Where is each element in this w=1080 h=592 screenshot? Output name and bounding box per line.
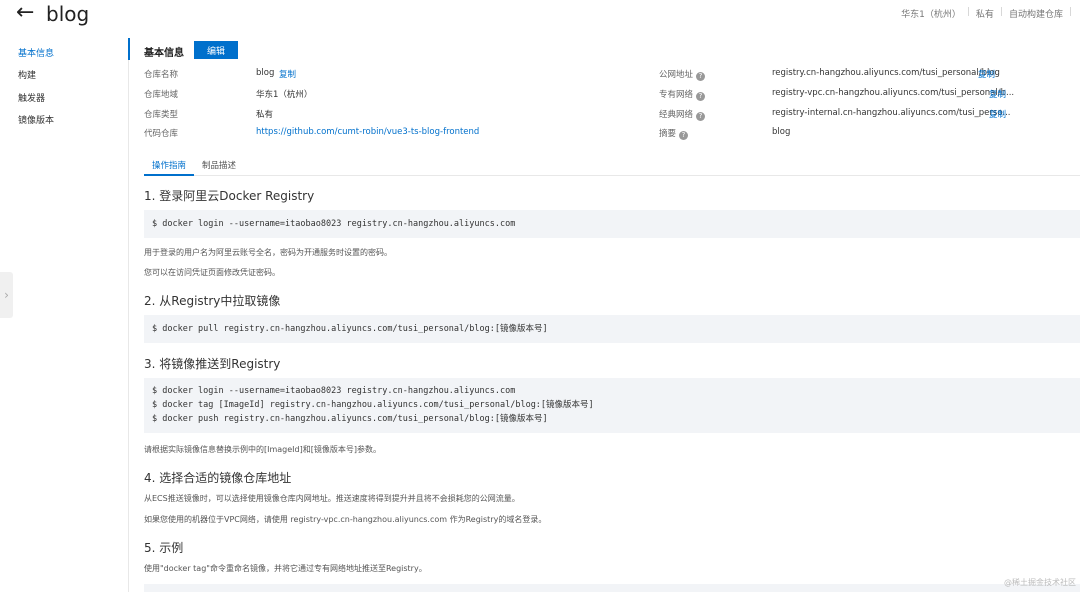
code-block[interactable]: $ docker pull registry.cn-hangzhou.aliyu… xyxy=(144,315,1080,343)
tab-bar: 操作指南 制品描述 xyxy=(144,156,1080,176)
code-line: $ docker tag [ImageId] registry.cn-hangz… xyxy=(152,400,594,410)
code-repo-link[interactable]: https://github.com/cumt-robin/vue3-ts-bl… xyxy=(256,127,479,137)
vpc-address-value: registry-vpc.cn-hangzhou.aliyuncs.com/tu… xyxy=(772,88,1015,98)
active-tab-underline xyxy=(144,174,194,176)
tab-artifact-desc[interactable]: 制品描述 xyxy=(202,159,236,171)
sidebar-item-build[interactable]: 构建 xyxy=(18,68,36,81)
info-label: 代码仓库 xyxy=(144,129,179,139)
section-title: 基本信息 xyxy=(144,48,184,59)
guide-paragraph: 如果您使用的机器位于VPC网络，请使用 registry-vpc.cn-hang… xyxy=(144,515,547,524)
guide-heading: 3. 将镜像推送到Registry xyxy=(144,357,281,371)
summary-value: blog xyxy=(772,127,791,137)
copy-vpc-button[interactable]: 复制 xyxy=(989,88,1006,100)
classic-address-value: registry-internal.cn-hangzhou.aliyuncs.c… xyxy=(772,108,1011,118)
sidebar-item-basic-info[interactable]: 基本信息 xyxy=(18,46,54,59)
auto-build-text: 自动构建仓库 xyxy=(1008,10,1063,20)
visibility-text: 私有 xyxy=(975,10,994,20)
code-line: $ docker login --username=itaobao8023 re… xyxy=(152,219,516,229)
code-line: $ docker login --username=itaobao8023 re… xyxy=(152,386,516,396)
guide-heading: 4. 选择合适的镜像仓库地址 xyxy=(144,471,292,485)
help-icon[interactable]: ? xyxy=(696,112,706,121)
sidebar-item-triggers[interactable]: 触发器 xyxy=(18,91,45,104)
repo-type-value: 私有 xyxy=(256,110,274,120)
code-block[interactable]: $ docker login --username=itaobao8023 re… xyxy=(144,210,1080,238)
tab-guide[interactable]: 操作指南 xyxy=(152,159,186,171)
chevron-right-icon[interactable]: › xyxy=(0,272,13,318)
active-section-accent xyxy=(128,38,130,60)
label-text: 经典网络 xyxy=(659,110,694,120)
guide-heading: 5. 示例 xyxy=(144,541,184,555)
info-label: 公网地址? xyxy=(659,68,706,81)
arrow-left-icon[interactable]: ← xyxy=(16,2,34,24)
public-address-value: registry.cn-hangzhou.aliyuncs.com/tusi_p… xyxy=(772,68,1000,78)
repo-region-value: 华东1（杭州） xyxy=(256,90,313,100)
info-label: 摘要? xyxy=(659,127,689,140)
sidebar: 基本信息 构建 触发器 镜像版本 xyxy=(0,38,128,592)
guide-paragraph: 使用"docker tag"命令重命名镜像，并将它通过专有网络地址推送至Regi… xyxy=(144,564,427,573)
guide-paragraph: 请根据实际镜像信息替换示例中的[ImageId]和[镜像版本号]参数。 xyxy=(144,445,381,454)
page-title: blog xyxy=(46,2,90,26)
info-label: 仓库名称 xyxy=(144,70,179,80)
info-label: 仓库类型 xyxy=(144,110,179,120)
page-header: ← blog 华东1（杭州） | 私有 | 自动构建仓库 | xyxy=(0,0,1080,30)
guide-heading: 1. 登录阿里云Docker Registry xyxy=(144,189,315,203)
sidebar-divider xyxy=(128,38,129,592)
edit-button[interactable]: 编辑 xyxy=(194,41,238,59)
guide-paragraph: 您可以在访问凭证页面修改凭证密码。 xyxy=(144,268,280,277)
label-text: 摘要 xyxy=(659,129,677,139)
label-text: 专有网络 xyxy=(659,90,694,100)
divider: | xyxy=(966,7,970,17)
divider: | xyxy=(1068,7,1072,17)
info-label: 经典网络? xyxy=(659,108,706,121)
info-label: 专有网络? xyxy=(659,88,706,101)
repo-name-value: blog xyxy=(256,68,275,78)
repo-meta: 华东1（杭州） | 私有 | 自动构建仓库 | xyxy=(901,7,1072,20)
code-block[interactable] xyxy=(144,584,1080,592)
divider: | xyxy=(999,7,1003,17)
guide-heading: 2. 从Registry中拉取镜像 xyxy=(144,294,281,308)
sidebar-item-image-versions[interactable]: 镜像版本 xyxy=(18,113,54,126)
copy-name-button[interactable]: 复制 xyxy=(279,68,296,80)
info-label: 仓库地域 xyxy=(144,90,179,100)
watermark: @稀土掘金技术社区 xyxy=(1004,578,1076,587)
code-line: $ docker push registry.cn-hangzhou.aliyu… xyxy=(152,414,548,424)
guide-paragraph: 从ECS推送镜像时，可以选择使用镜像仓库内网地址。推送速度将得到提升并且将不会损… xyxy=(144,494,520,503)
code-line: $ docker pull registry.cn-hangzhou.aliyu… xyxy=(152,324,548,334)
help-icon[interactable]: ? xyxy=(696,72,706,81)
copy-classic-button[interactable]: 复制 xyxy=(989,108,1006,120)
label-text: 公网地址 xyxy=(659,70,694,80)
guide-paragraph: 用于登录的用户名为阿里云账号全名，密码为开通服务时设置的密码。 xyxy=(144,248,392,257)
help-icon[interactable]: ? xyxy=(696,92,706,101)
help-icon[interactable]: ? xyxy=(679,131,689,140)
copy-public-button[interactable]: 复制 xyxy=(978,68,995,80)
code-block[interactable]: $ docker login --username=itaobao8023 re… xyxy=(144,378,1080,433)
region-text: 华东1（杭州） xyxy=(901,10,961,20)
